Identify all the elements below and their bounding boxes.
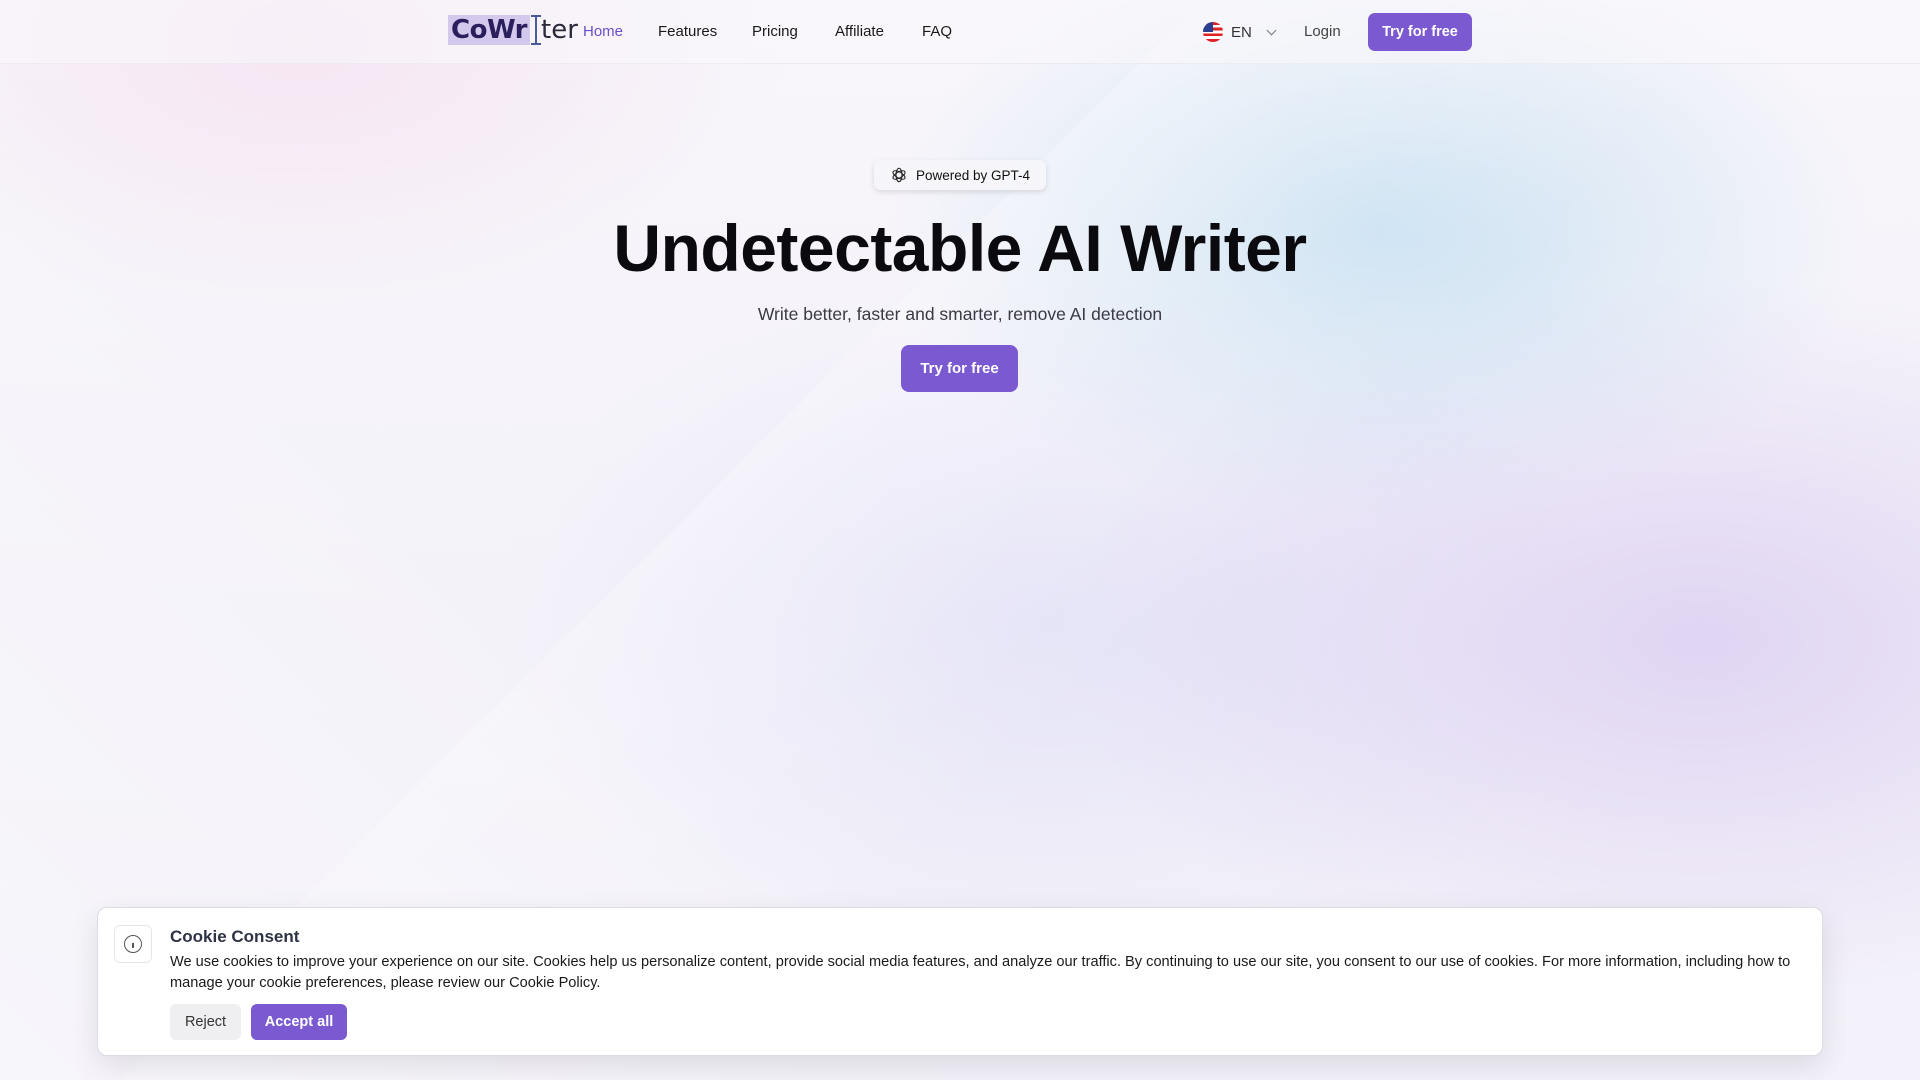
chevron-down-icon [1266,25,1277,35]
cookie-icon-container [114,925,152,963]
logo-highlight: CoWr [448,15,530,45]
language-selector[interactable]: EN [1203,21,1277,43]
language-code: EN [1231,23,1252,41]
nav-link-home[interactable]: Home [583,22,623,42]
nav-try-free-button[interactable]: Try for free [1368,13,1472,51]
login-link[interactable]: Login [1304,22,1341,42]
hero-try-free-button[interactable]: Try for free [901,345,1018,392]
nav-link-pricing[interactable]: Pricing [752,22,798,42]
openai-logo-icon [892,167,906,183]
info-icon [124,935,142,953]
nav-link-faq[interactable]: FAQ [922,22,952,42]
powered-by-badge: Powered by GPT-4 [874,160,1046,190]
reject-button[interactable]: Reject [170,1004,241,1040]
text-cursor-icon [531,15,541,45]
logo-rest: ter [541,15,578,45]
badge-text: Powered by GPT-4 [915,167,1031,183]
hero-subtitle: Write better, faster and smarter, remove… [757,304,1163,324]
cookie-text: We use cookies to improve your experienc… [170,954,1791,991]
us-flag-icon [1203,22,1223,42]
logo[interactable]: CoWr ter [448,15,578,45]
accept-all-button[interactable]: Accept all [251,1004,347,1040]
cookie-title: Cookie Consent [170,927,300,946]
nav-link-features[interactable]: Features [658,22,717,42]
page-title: Undetectable AI Writer [613,211,1307,285]
cookie-consent-banner: Cookie Consent We use cookies to improve… [97,907,1823,1056]
top-navbar: CoWr ter Home Features Pricing Affiliate… [0,0,1920,64]
nav-link-affiliate[interactable]: Affiliate [835,22,884,42]
